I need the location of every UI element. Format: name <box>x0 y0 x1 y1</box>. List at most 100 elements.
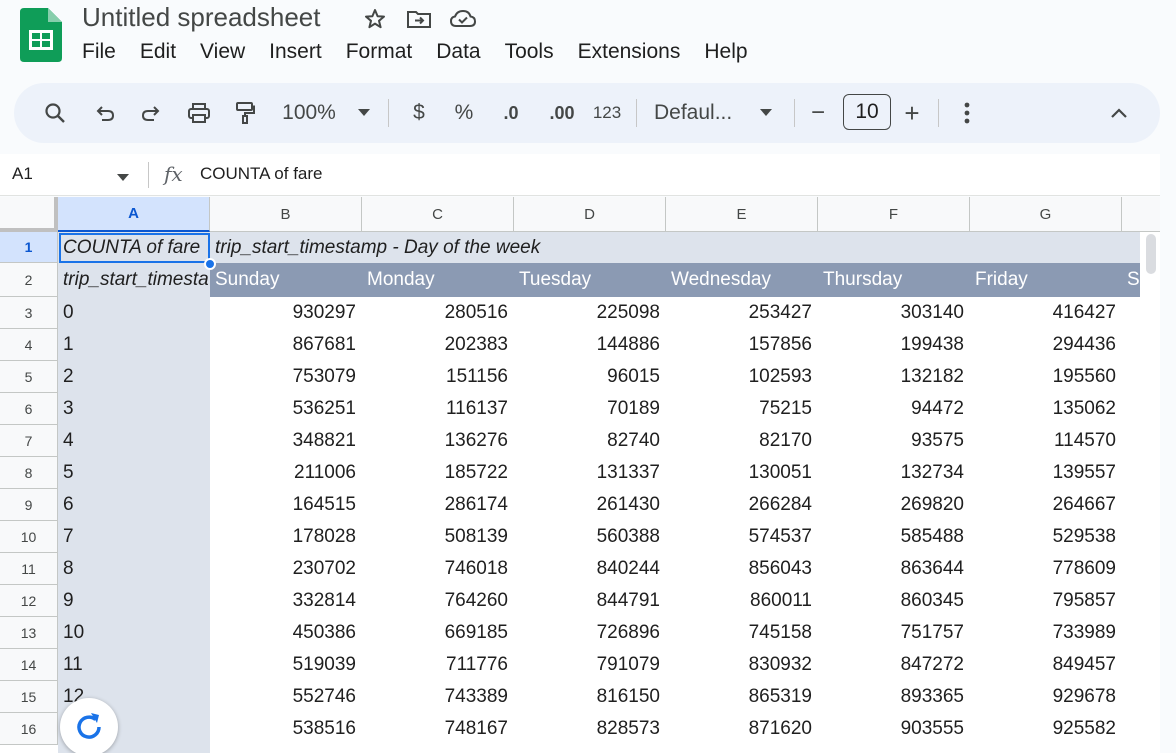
count-cell[interactable]: 261430 <box>514 489 666 521</box>
count-cell[interactable]: 151156 <box>362 361 514 393</box>
count-cell[interactable]: 139557 <box>970 457 1122 489</box>
count-cell[interactable]: 536251 <box>210 393 362 425</box>
name-box-dropdown-icon[interactable] <box>117 169 129 187</box>
count-cell[interactable]: 753079 <box>210 361 362 393</box>
hour-cell[interactable]: 6 <box>58 489 210 521</box>
count-cell[interactable]: 930297 <box>210 297 362 329</box>
hour-cell[interactable]: 11 <box>58 649 210 681</box>
count-cell[interactable]: 867681 <box>210 329 362 361</box>
count-cell[interactable]: 132734 <box>818 457 970 489</box>
count-cell[interactable]: 157856 <box>666 329 818 361</box>
redo-icon[interactable] <box>136 83 166 143</box>
zoom-dropdown-icon[interactable] <box>352 83 376 143</box>
row-header-3[interactable]: 3 <box>0 297 58 329</box>
count-cell[interactable]: 136276 <box>362 425 514 457</box>
column-header-h[interactable] <box>1122 197 1160 232</box>
count-cell[interactable]: 164515 <box>210 489 362 521</box>
count-cell[interactable]: 844791 <box>514 585 666 617</box>
count-cell[interactable]: 195560 <box>970 361 1122 393</box>
count-cell[interactable]: 294436 <box>970 329 1122 361</box>
row-header-1[interactable]: 1 <box>0 232 58 263</box>
row-header-14[interactable]: 14 <box>0 649 58 681</box>
day-header-cell[interactable]: Tuesday <box>514 263 666 297</box>
count-cell[interactable]: 847272 <box>818 649 970 681</box>
count-cell[interactable]: 538516 <box>210 713 362 745</box>
count-cell[interactable]: 860011 <box>666 585 818 617</box>
column-header-e[interactable]: E <box>666 197 818 232</box>
count-cell[interactable]: 778609 <box>970 553 1122 585</box>
count-cell[interactable]: 199438 <box>818 329 970 361</box>
count-cell[interactable]: 856043 <box>666 553 818 585</box>
count-cell[interactable]: 751757 <box>818 617 970 649</box>
menu-file[interactable]: File <box>82 40 116 64</box>
count-cell[interactable]: 70189 <box>514 393 666 425</box>
hour-cell[interactable]: 9 <box>58 585 210 617</box>
count-cell[interactable]: 508139 <box>362 521 514 553</box>
row-header-8[interactable]: 8 <box>0 457 58 489</box>
count-cell[interactable]: 552746 <box>210 681 362 713</box>
count-cell[interactable]: 348821 <box>210 425 362 457</box>
column-header-g[interactable]: G <box>970 197 1122 232</box>
day-header-cell[interactable]: Sunday <box>210 263 362 297</box>
count-cell[interactable]: 764260 <box>362 585 514 617</box>
count-cell[interactable]: 929678 <box>970 681 1122 713</box>
font-family-select[interactable]: Defaul... <box>654 83 744 143</box>
vertical-scrollbar-thumb[interactable] <box>1146 234 1156 274</box>
count-cell[interactable]: 745158 <box>666 617 818 649</box>
cell-a2[interactable]: trip_start_timesta <box>58 263 210 297</box>
count-cell[interactable]: 178028 <box>210 521 362 553</box>
count-cell[interactable]: 560388 <box>514 521 666 553</box>
row-header-12[interactable]: 12 <box>0 585 58 617</box>
menu-insert[interactable]: Insert <box>269 40 322 64</box>
hour-cell[interactable]: 8 <box>58 553 210 585</box>
menu-tools[interactable]: Tools <box>505 40 554 64</box>
day-header-cell[interactable]: Wednesday <box>666 263 818 297</box>
select-all-corner[interactable] <box>0 197 58 232</box>
increase-decimal-button[interactable]: .00 <box>542 83 582 143</box>
paint-format-icon[interactable] <box>230 83 260 143</box>
count-cell[interactable]: 75215 <box>666 393 818 425</box>
refresh-button[interactable] <box>60 698 118 753</box>
count-cell[interactable]: 280516 <box>362 297 514 329</box>
row-header-5[interactable]: 5 <box>0 361 58 393</box>
count-cell[interactable]: 865319 <box>666 681 818 713</box>
decrease-decimal-button[interactable]: .0 <box>494 83 528 143</box>
count-cell[interactable]: 828573 <box>514 713 666 745</box>
spreadsheet-grid[interactable]: A B C D E F G 1 2 3 4 5 6 7 8 9 10 11 12 13 14 15 16 COUNTA of … <box>0 197 1160 753</box>
day-header-cell[interactable]: Friday <box>970 263 1122 297</box>
column-header-a[interactable]: A <box>58 197 210 232</box>
count-cell[interactable]: 94472 <box>818 393 970 425</box>
cloud-status-icon[interactable] <box>448 4 478 34</box>
count-cell[interactable]: 669185 <box>362 617 514 649</box>
count-cell[interactable]: 574537 <box>666 521 818 553</box>
document-title[interactable]: Untitled spreadsheet <box>82 2 320 33</box>
sheets-logo-icon[interactable] <box>20 8 62 62</box>
vertical-scrollbar[interactable] <box>1144 233 1158 753</box>
count-cell[interactable]: 925582 <box>970 713 1122 745</box>
font-size-increase-button[interactable]: + <box>900 83 924 143</box>
more-options-icon[interactable] <box>954 83 980 143</box>
count-cell[interactable]: 791079 <box>514 649 666 681</box>
hour-cell[interactable]: 5 <box>58 457 210 489</box>
row-header-10[interactable]: 10 <box>0 521 58 553</box>
move-folder-icon[interactable] <box>404 4 434 34</box>
count-cell[interactable]: 225098 <box>514 297 666 329</box>
count-cell[interactable]: 266284 <box>666 489 818 521</box>
column-header-b[interactable]: B <box>210 197 362 232</box>
currency-format-button[interactable]: $ <box>406 83 432 143</box>
count-cell[interactable]: 903555 <box>818 713 970 745</box>
count-cell[interactable]: 130051 <box>666 457 818 489</box>
count-cell[interactable]: 131337 <box>514 457 666 489</box>
collapse-toolbar-icon[interactable] <box>1104 83 1134 143</box>
hour-cell[interactable]: 7 <box>58 521 210 553</box>
count-cell[interactable]: 733989 <box>970 617 1122 649</box>
row-header-4[interactable]: 4 <box>0 329 58 361</box>
menu-edit[interactable]: Edit <box>140 40 176 64</box>
star-icon[interactable] <box>360 4 390 34</box>
count-cell[interactable]: 135062 <box>970 393 1122 425</box>
count-cell[interactable]: 585488 <box>818 521 970 553</box>
count-cell[interactable]: 849457 <box>970 649 1122 681</box>
row-header-13[interactable]: 13 <box>0 617 58 649</box>
count-cell[interactable]: 863644 <box>818 553 970 585</box>
count-cell[interactable]: 202383 <box>362 329 514 361</box>
